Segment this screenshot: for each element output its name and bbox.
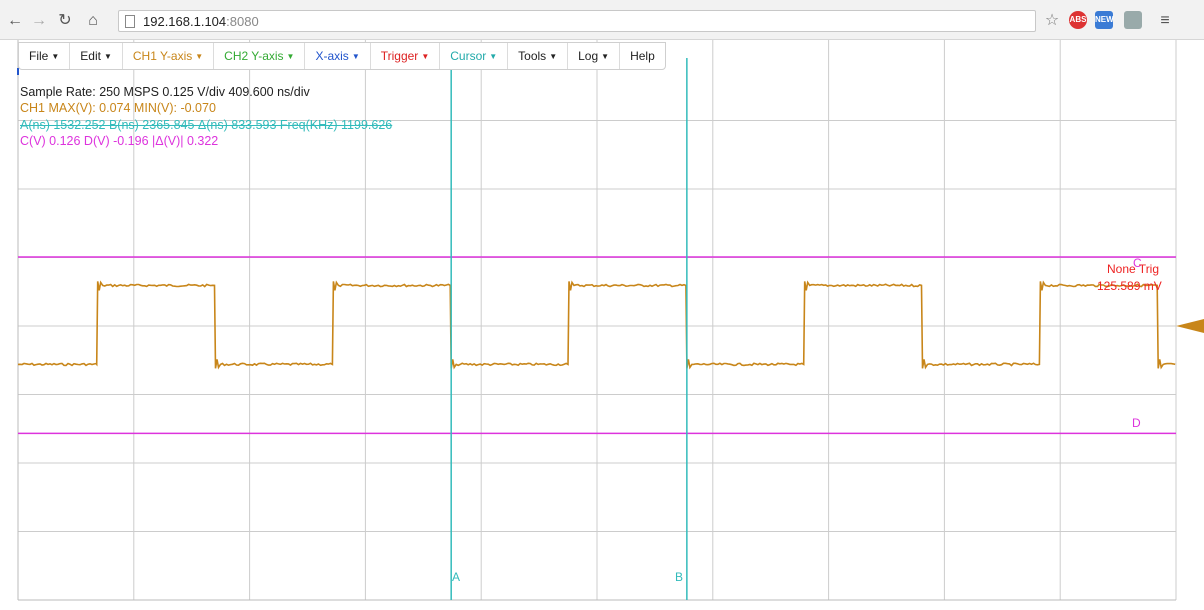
caret-down-icon: ▼	[489, 52, 498, 61]
ext-abs-label: ABS	[1069, 15, 1087, 24]
adblock-extension-icon[interactable]: ABS	[1069, 11, 1087, 29]
menu-ch2-y-axis[interactable]: CH2 Y-axis ▼	[214, 43, 306, 69]
caret-down-icon: ▼	[549, 52, 558, 61]
menu-file[interactable]: File ▼	[19, 43, 71, 69]
menu-label: CH1 Y-axis	[132, 49, 193, 63]
back-icon[interactable]: ←	[6, 12, 24, 30]
reload-icon[interactable]: ↻	[56, 12, 74, 30]
menu-label: Edit	[80, 49, 101, 63]
home-icon[interactable]: ⌂	[84, 12, 102, 30]
url-port: :8080	[226, 14, 259, 29]
sample-rate-readout: Sample Rate: 250 MSPS 0.125 V/div 409.60…	[20, 85, 310, 99]
cursor-time-readout: A(ns) 1532.252 B(ns) 2365.845 Δ(ns) 833.…	[20, 118, 393, 132]
menu-label: CH2 Y-axis	[224, 49, 284, 63]
page-icon	[125, 15, 135, 28]
caret-down-icon: ▼	[103, 52, 112, 61]
caret-down-icon: ▼	[286, 52, 295, 61]
cursor-b-label[interactable]: B	[675, 570, 683, 584]
caret-down-icon: ▼	[421, 52, 430, 61]
ch1-level-marker-icon[interactable]	[1176, 319, 1204, 333]
menu-ch1-y-axis[interactable]: CH1 Y-axis ▼	[123, 43, 215, 69]
caret-down-icon: ▼	[601, 52, 610, 61]
menu-cursor[interactable]: Cursor ▼	[440, 43, 509, 69]
menu-label: Tools	[518, 49, 547, 63]
menu-label: File	[29, 49, 49, 63]
menu-icon[interactable]: ≡	[1156, 12, 1174, 30]
address-bar[interactable]: 192.168.1.104:8080	[118, 10, 1036, 32]
menu-label: Log	[578, 49, 599, 63]
ch1-readout: CH1 MAX(V): 0.074 MIN(V): -0.070	[20, 101, 216, 115]
caret-down-icon: ▼	[51, 52, 60, 61]
menu-label: X-axis	[315, 49, 349, 63]
extension-icon[interactable]	[1124, 11, 1142, 29]
menu-log[interactable]: Log ▼	[568, 43, 621, 69]
cursor-d-label[interactable]: D	[1132, 416, 1141, 430]
menu-help[interactable]: Help	[620, 43, 665, 69]
menu-edit[interactable]: Edit ▼	[70, 43, 123, 69]
menu-x-axis[interactable]: X-axis ▼	[305, 43, 371, 69]
ext-new-label: NEW	[1095, 15, 1114, 24]
menu-label: Help	[630, 49, 655, 63]
caret-down-icon: ▼	[195, 52, 204, 61]
trigger-mode-label: None Trig	[1107, 262, 1160, 276]
browser-toolbar: ← → ↻ ⌂ 192.168.1.104:8080 ☆ ABS NEW ≡	[0, 0, 1204, 40]
cursor-a-label[interactable]: A	[452, 570, 460, 584]
bookmark-star-icon[interactable]: ☆	[1043, 12, 1061, 30]
trigger-level-label: 125.589 mV	[1097, 279, 1162, 293]
menu-trigger[interactable]: Trigger ▼	[371, 43, 441, 69]
url-host: 192.168.1.104	[143, 14, 227, 29]
url-text: 192.168.1.104:8080	[143, 14, 259, 29]
new-extension-icon[interactable]: NEW	[1095, 11, 1114, 29]
menu-label: Cursor	[450, 49, 487, 63]
caret-down-icon: ▼	[351, 52, 360, 61]
cursor-voltage-readout: C(V) 0.126 D(V) -0.196 |Δ(V)| 0.322	[20, 134, 219, 148]
forward-icon[interactable]: →	[30, 12, 48, 30]
menu-tools[interactable]: Tools ▼	[508, 43, 569, 69]
menu-label: Trigger	[380, 49, 419, 63]
menu-bar: File ▼ Edit ▼ CH1 Y-axis ▼ CH2 Y-axis ▼ X-axis ▼ T…	[18, 42, 666, 70]
